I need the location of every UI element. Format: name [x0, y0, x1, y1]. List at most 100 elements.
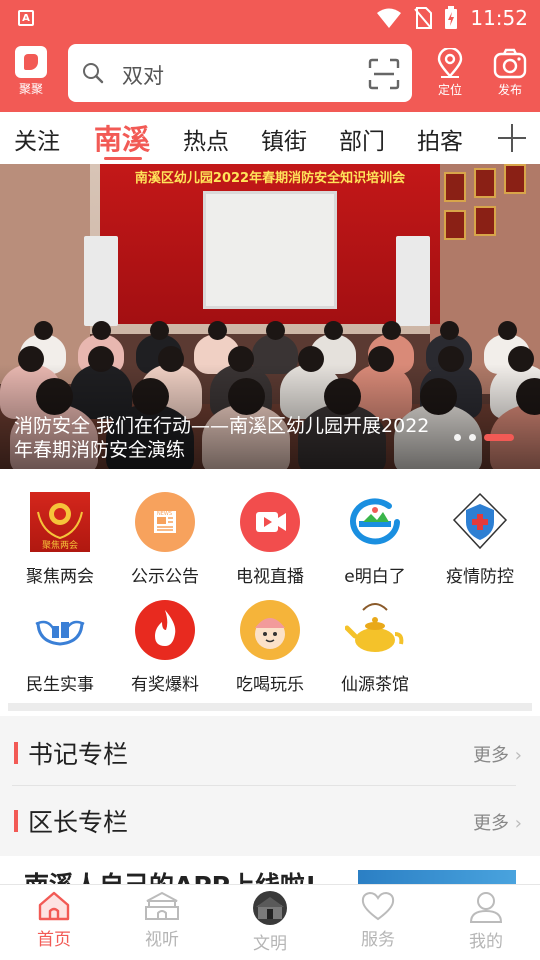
tab-towns[interactable]: 镇街	[261, 122, 307, 156]
nav-home[interactable]: 首页	[19, 891, 89, 950]
nav-video[interactable]: 视听	[127, 891, 197, 950]
nav-label: 首页	[37, 930, 71, 950]
grid-food-fun[interactable]: 吃喝玩乐	[216, 600, 324, 695]
grid-label: e明白了	[344, 567, 406, 587]
heart-icon	[361, 891, 395, 921]
more-link[interactable]: 更多 ›	[473, 741, 522, 767]
search-icon	[83, 63, 104, 84]
audience-head	[323, 320, 343, 340]
audience-head	[381, 320, 401, 340]
audience-head	[91, 320, 111, 340]
two-sessions-icon-text: 聚焦两会	[41, 541, 78, 551]
app-logo-label: 聚聚	[18, 82, 43, 96]
grid-two-sessions[interactable]: 聚焦两会 聚焦两会	[6, 492, 114, 587]
audience-head	[439, 320, 459, 340]
status-time: 11:52	[470, 6, 528, 30]
location-button[interactable]: 定位	[428, 48, 472, 98]
channel-tabs: 关注 南溪 热点 镇街 部门 拍客	[0, 112, 540, 164]
app-logo-button[interactable]: 聚聚	[12, 46, 50, 97]
chevron-right-icon: ›	[514, 813, 522, 834]
grid-label: 吃喝玩乐	[236, 675, 304, 695]
column-secretary[interactable]: 书记专栏 更多 ›	[12, 718, 528, 784]
nav-label: 视听	[145, 930, 179, 950]
audience-head	[207, 320, 227, 340]
no-sim-icon	[414, 7, 433, 29]
more-label: 更多	[473, 813, 510, 834]
food-fun-icon	[240, 600, 300, 660]
location-label: 定位	[437, 83, 462, 97]
tab-photographer[interactable]: 拍客	[417, 122, 463, 156]
notice-icon: NEWS	[135, 492, 195, 552]
nav-profile[interactable]: 我的	[451, 891, 521, 952]
teapot-icon	[344, 600, 405, 660]
grid-tv-live[interactable]: 电视直播	[216, 492, 324, 587]
status-bar: A 11:52	[0, 0, 540, 36]
grid-label: 公示公告	[131, 567, 199, 587]
publish-button[interactable]: 发布	[488, 48, 532, 98]
tab-follow[interactable]: 关注	[14, 122, 60, 156]
search-box[interactable]: 双对	[68, 44, 412, 102]
battery-charging-icon	[445, 6, 458, 29]
home-icon	[38, 891, 70, 921]
status-icons: 11:52	[376, 6, 528, 30]
wifi-icon	[377, 8, 402, 28]
grid-epidemic[interactable]: 疫情防控	[426, 492, 534, 587]
more-link[interactable]: 更多 ›	[473, 809, 522, 835]
carousel-indicator	[454, 434, 514, 441]
notice-icon-text: NEWS	[157, 511, 173, 517]
carousel-dot	[454, 434, 461, 441]
chevron-right-icon: ›	[514, 745, 522, 766]
app-logo-icon	[15, 46, 47, 78]
grid-label: 有奖爆料	[131, 675, 199, 695]
flame-icon	[135, 600, 195, 660]
column-separator	[12, 785, 516, 786]
grid-e-mingbai[interactable]: e明白了	[321, 492, 429, 587]
grid-label: 疫情防控	[446, 567, 514, 587]
gate-tower-icon	[145, 891, 179, 920]
tab-departments[interactable]: 部门	[339, 122, 385, 156]
audience-head	[497, 320, 517, 340]
add-channel-icon[interactable]	[496, 122, 528, 154]
grid-label: 民生实事	[26, 675, 94, 695]
column-marker	[14, 742, 18, 764]
search-input[interactable]: 双对	[122, 60, 164, 90]
column-title: 区长专栏	[28, 808, 129, 837]
section-divider	[8, 703, 532, 711]
carousel-dot-active	[484, 434, 514, 441]
tab-hot[interactable]: 热点	[183, 122, 229, 156]
column-marker	[14, 810, 18, 832]
user-icon	[469, 892, 503, 923]
epidemic-shield-icon	[450, 492, 510, 552]
audience-head	[33, 320, 53, 340]
scan-icon[interactable]	[368, 58, 400, 90]
nav-label: 文明	[253, 934, 287, 954]
app-notification-icon: A	[18, 10, 34, 26]
grid-notice[interactable]: NEWS 公示公告	[111, 492, 219, 587]
grid-label: 电视直播	[236, 567, 304, 587]
active-tab-indicator	[104, 157, 142, 160]
camera-icon	[493, 48, 527, 79]
grid-tip-off[interactable]: 有奖爆料	[111, 600, 219, 695]
grid-livelihood[interactable]: 民生实事	[6, 600, 114, 695]
column-district-head[interactable]: 区长专栏 更多 ›	[12, 786, 528, 852]
nav-label: 服务	[361, 930, 395, 950]
nav-label: 我的	[469, 932, 503, 952]
more-label: 更多	[473, 745, 510, 766]
app-screen: A 11:52 聚聚 双对 定位 发布 关注 南溪 热点 镇街 部门 拍客 南溪…	[0, 0, 540, 960]
tv-live-icon	[240, 492, 300, 552]
bottom-navigation: 首页 视听 文明 服务 我的	[0, 884, 540, 960]
grid-teahouse[interactable]: 仙源茶馆	[321, 600, 429, 695]
top-header: 聚聚 双对 定位 发布	[0, 36, 540, 112]
e-mingbai-icon	[345, 492, 405, 552]
column-title: 书记专栏	[28, 740, 129, 769]
banner-caption[interactable]: 消防安全 我们在行动——南溪区幼儿园开展2022年春期消防安全演练	[14, 414, 444, 462]
grid-label: 仙源茶馆	[341, 675, 409, 695]
carousel-dot	[469, 434, 476, 441]
tab-nanxi[interactable]: 南溪	[94, 118, 150, 158]
nav-service[interactable]: 服务	[343, 891, 413, 950]
two-sessions-icon: 聚焦两会	[30, 492, 90, 552]
location-pin-icon	[437, 48, 463, 78]
civilization-photo-icon	[253, 891, 287, 925]
nav-civilization[interactable]: 文明	[235, 891, 305, 954]
columns-section: 书记专栏 更多 › 区长专栏 更多 ›	[0, 716, 540, 856]
